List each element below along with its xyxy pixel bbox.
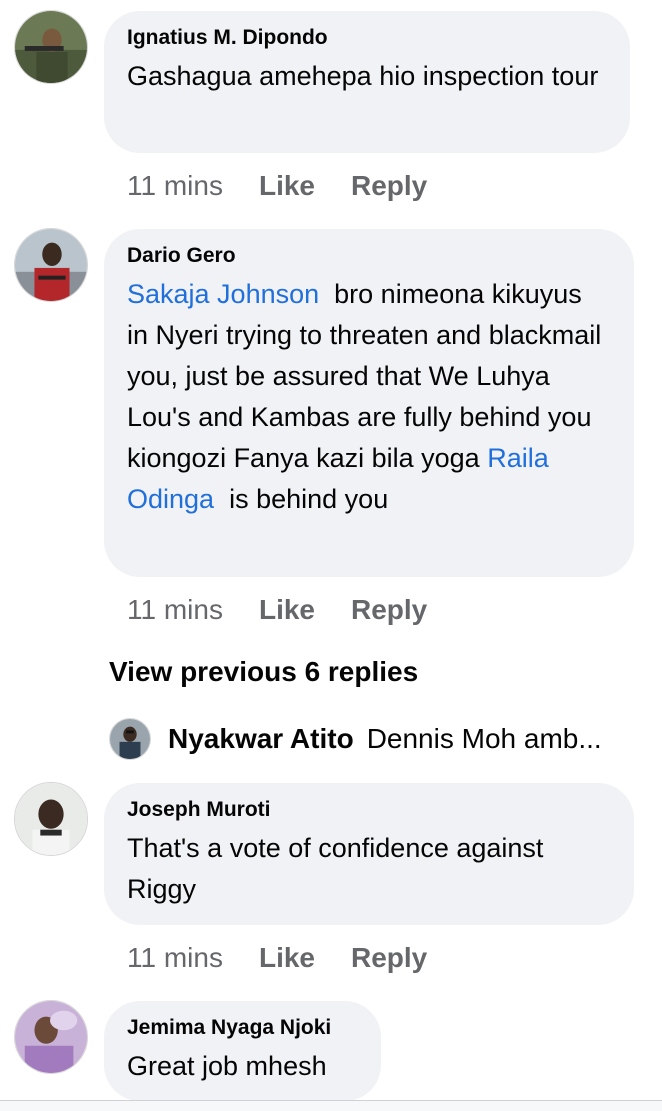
like-button[interactable]: Like	[259, 170, 315, 202]
comment-author[interactable]: Dario Gero	[127, 243, 610, 269]
avatar-photo-icon	[15, 1001, 87, 1073]
comment-bubble: Ignatius M. Dipondo Gashagua amehepa hio…	[104, 11, 630, 153]
comment-actions: 11 mins Like Reply	[127, 166, 463, 206]
comment-author[interactable]: Joseph Muroti	[127, 797, 610, 823]
view-previous-replies[interactable]: View previous 6 replies	[109, 656, 418, 688]
reply-preview[interactable]: Nyakwar Atito Dennis Moh amb...	[109, 716, 602, 762]
comment-author[interactable]: Ignatius M. Dipondo	[127, 25, 606, 51]
comment-text: Gashagua amehepa hio inspection tour	[127, 61, 599, 91]
comment-text: That's a vote of confidence against Rigg…	[127, 833, 544, 904]
avatar[interactable]	[14, 10, 88, 84]
like-button[interactable]: Like	[259, 594, 315, 626]
comment-time[interactable]: 11 mins	[127, 170, 223, 202]
comment-text: Sakaja Johnson bro nimeona kikuyus in Ny…	[127, 274, 610, 520]
comment-time[interactable]: 11 mins	[127, 594, 223, 626]
comment-author[interactable]: Jemima Nyaga Njoki	[127, 1015, 357, 1041]
reply-text: Dennis Moh amb...	[366, 723, 602, 754]
avatar[interactable]	[14, 782, 88, 856]
comment-actions: 11 mins Like Reply	[127, 938, 463, 978]
avatar[interactable]	[14, 228, 88, 302]
comment-bubble: Dario Gero Sakaja Johnson bro nimeona ki…	[104, 229, 634, 577]
comment-bubble: Joseph Muroti That's a vote of confidenc…	[104, 783, 634, 925]
bottom-divider	[0, 1100, 662, 1111]
avatar-photo-icon	[15, 11, 87, 83]
avatar-photo-icon	[15, 783, 87, 855]
avatar[interactable]	[14, 1000, 88, 1074]
mention-link[interactable]: Sakaja Johnson	[127, 279, 319, 309]
comment-time[interactable]: 11 mins	[127, 942, 223, 974]
comment-text-part: is behind you	[229, 484, 389, 514]
reply-author[interactable]: Nyakwar Atito	[168, 723, 354, 755]
comment-text: Great job mhesh	[127, 1051, 327, 1081]
like-button[interactable]: Like	[259, 942, 315, 974]
avatar-photo-icon	[110, 719, 150, 759]
comment-bubble: Jemima Nyaga Njoki Great job mhesh	[104, 1001, 381, 1101]
avatar[interactable]	[109, 718, 151, 760]
reply-button[interactable]: Reply	[351, 170, 427, 202]
reply-button[interactable]: Reply	[351, 942, 427, 974]
reply-button[interactable]: Reply	[351, 594, 427, 626]
avatar-photo-icon	[15, 229, 87, 301]
comment-actions: 11 mins Like Reply	[127, 590, 463, 630]
